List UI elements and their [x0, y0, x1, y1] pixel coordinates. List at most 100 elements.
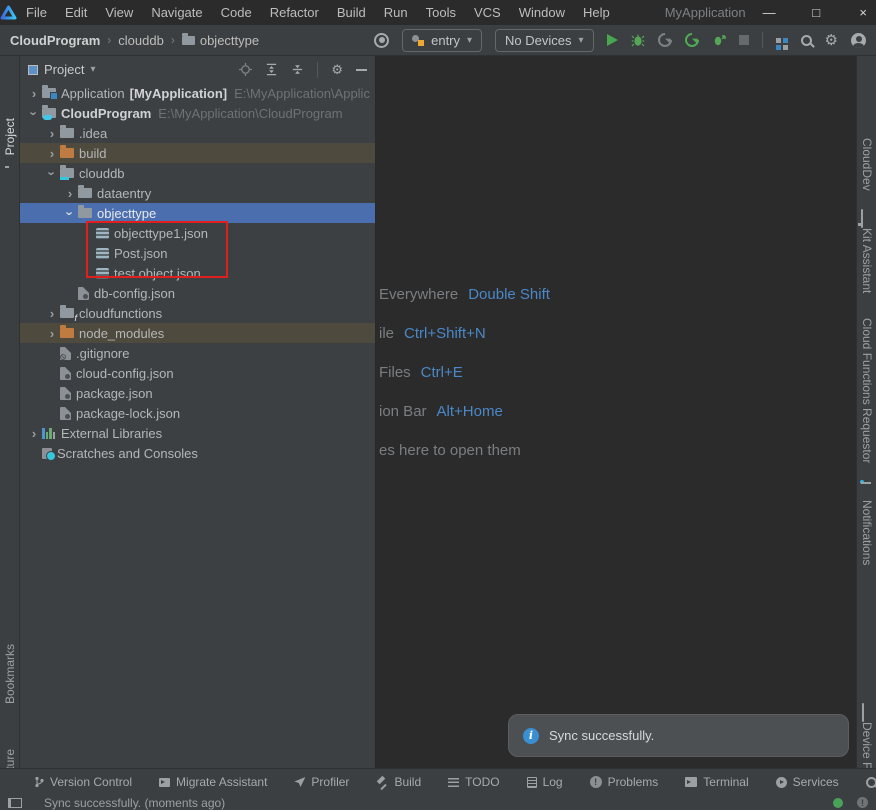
toolwindow-switcher-icon[interactable] [8, 798, 22, 808]
tree-item-cloudprogram[interactable]: › CloudProgram E:\MyApplication\CloudPro… [20, 103, 375, 123]
tree-item-node-modules[interactable]: › node_modules [20, 323, 375, 343]
tree-item-package-json[interactable]: package.json [20, 383, 375, 403]
stop-button[interactable] [739, 35, 749, 45]
chevron-down-icon[interactable]: ▾ [90, 64, 95, 75]
sync-notification-balloon[interactable]: i Sync successfully. [508, 714, 849, 757]
menu-refactor[interactable]: Refactor [261, 0, 328, 25]
menu-view[interactable]: View [96, 0, 142, 25]
tool-tab-notifications[interactable]: Notifications [860, 500, 874, 565]
locate-file-icon[interactable] [239, 63, 252, 76]
scratches-icon [42, 448, 52, 459]
menu-tools[interactable]: Tools [417, 0, 465, 25]
tool-tab-bookmarks[interactable]: Bookmarks [3, 644, 17, 704]
tool-tab-log[interactable]: Log [527, 775, 563, 789]
tree-label: Application [61, 86, 125, 101]
close-button[interactable]: × [840, 0, 876, 25]
tree-item-build[interactable]: › build [20, 143, 375, 163]
tree-item-cloudfunctions[interactable]: › cloudfunctions [20, 303, 375, 323]
chevron-down-icon[interactable]: › [28, 105, 41, 121]
chevron-down-icon[interactable]: › [64, 205, 77, 221]
tree-label: objecttype [97, 206, 156, 221]
project-panel-title[interactable]: Project [44, 62, 84, 77]
chevron-right-icon[interactable]: › [44, 327, 60, 340]
tree-item-gitignore[interactable]: .gitignore [20, 343, 375, 363]
tree-item-package-lock-json[interactable]: package-lock.json [20, 403, 375, 423]
tree-item-cloud-config-json[interactable]: cloud-config.json [20, 363, 375, 383]
project-structure-icon[interactable] [776, 38, 781, 43]
search-everywhere-icon[interactable] [801, 35, 812, 46]
tree-item-scratches[interactable]: Scratches and Consoles [20, 443, 375, 463]
breadcrumb-cloudprogram[interactable]: CloudProgram [10, 33, 100, 48]
tool-tab-code-linter[interactable]: Code Linte [866, 775, 876, 789]
menu-navigate[interactable]: Navigate [142, 0, 211, 25]
chevron-right-icon[interactable]: › [62, 187, 78, 200]
event-log-alert-icon[interactable] [857, 797, 868, 808]
hide-panel-icon[interactable] [356, 69, 367, 71]
device-file-browser-icon[interactable] [862, 704, 864, 722]
tool-tab-terminal[interactable]: Terminal [685, 775, 748, 789]
excluded-folder-icon [60, 328, 74, 338]
tool-tab-cloud-functions-requestor[interactable]: Cloud Functions Requestor [860, 318, 874, 463]
chevron-right-icon[interactable]: › [26, 427, 42, 440]
panel-options-gear-icon[interactable]: ⚙ [331, 63, 343, 76]
tree-item-idea[interactable]: › .idea [20, 123, 375, 143]
cloud-module-folder-icon [42, 108, 56, 118]
tip-drop-files: es here to open them [379, 442, 550, 461]
tool-tab-build[interactable]: Build [376, 775, 421, 789]
breadcrumb-clouddb[interactable]: clouddb [118, 33, 164, 48]
device-selector[interactable]: No Devices ▾ [495, 29, 594, 52]
tip-search-everywhere: EverywhereDouble Shift [379, 286, 550, 305]
expand-all-icon[interactable] [265, 63, 278, 76]
tool-tab-todo[interactable]: TODO [448, 775, 499, 789]
menu-edit[interactable]: Edit [56, 0, 96, 25]
tree-item-clouddb[interactable]: › clouddb [20, 163, 375, 183]
rerun-button[interactable] [682, 30, 702, 50]
tool-tab-clouddev[interactable]: CloudDev [860, 138, 874, 191]
tree-item-db-config-json[interactable]: db-config.json [20, 283, 375, 303]
settings-gear-icon[interactable]: ⚙ [825, 33, 838, 48]
tree-item-dataentry[interactable]: › dataentry [20, 183, 375, 203]
menu-vcs[interactable]: VCS [465, 0, 510, 25]
kit-assistant-icon[interactable] [861, 210, 863, 228]
menu-window[interactable]: Window [510, 0, 574, 25]
collapse-all-icon[interactable] [291, 63, 304, 76]
git-branch-icon [34, 776, 44, 788]
tree-item-application[interactable]: › Application [MyApplication] E:\MyAppli… [20, 83, 375, 103]
run-button[interactable] [607, 34, 618, 46]
tool-tab-migrate-assistant[interactable]: Migrate Assistant [159, 775, 267, 789]
chevron-right-icon[interactable]: › [44, 307, 60, 320]
chevron-right-icon[interactable]: › [44, 127, 60, 140]
tool-tab-version-control[interactable]: Version Control [34, 775, 132, 789]
menu-build[interactable]: Build [328, 0, 375, 25]
tool-tab-services[interactable]: Services [776, 775, 839, 789]
menu-file[interactable]: File [17, 0, 56, 25]
profiler-button[interactable] [655, 30, 675, 50]
window-controls: — □ × [746, 0, 876, 25]
title-bar: File Edit View Navigate Code Refactor Bu… [0, 0, 876, 25]
profiler-plane-icon [294, 777, 305, 787]
menu-help[interactable]: Help [574, 0, 619, 25]
log-icon [527, 777, 537, 788]
debug-button[interactable] [631, 33, 645, 47]
tool-tab-project[interactable]: Project [3, 118, 17, 155]
menu-code[interactable]: Code [212, 0, 261, 25]
breadcrumb-objecttype[interactable]: objecttype [200, 33, 259, 48]
tree-module-tag: [MyApplication] [130, 86, 228, 101]
chevron-right-icon[interactable]: › [26, 87, 42, 100]
minimize-button[interactable]: — [746, 0, 793, 25]
tool-tab-kit-assistant[interactable]: Kit Assistant [860, 228, 874, 293]
chevron-down-icon[interactable]: › [46, 165, 59, 181]
locate-target-icon[interactable] [374, 33, 389, 48]
tool-tab-problems[interactable]: Problems [590, 775, 659, 789]
chevron-separator-icon: › [107, 33, 111, 47]
tree-item-objecttype-selected[interactable]: › objecttype [20, 203, 375, 223]
menu-run[interactable]: Run [375, 0, 417, 25]
chevron-right-icon[interactable]: › [44, 147, 60, 160]
tool-tab-profiler[interactable]: Profiler [294, 775, 349, 789]
attach-debugger-button[interactable] [712, 33, 726, 47]
run-configuration-selector[interactable]: entry ▾ [402, 29, 482, 52]
hammer-icon [376, 776, 388, 788]
tree-item-external-libraries[interactable]: › External Libraries [20, 423, 375, 443]
profile-avatar-icon[interactable] [851, 33, 866, 48]
maximize-button[interactable]: □ [793, 0, 840, 25]
